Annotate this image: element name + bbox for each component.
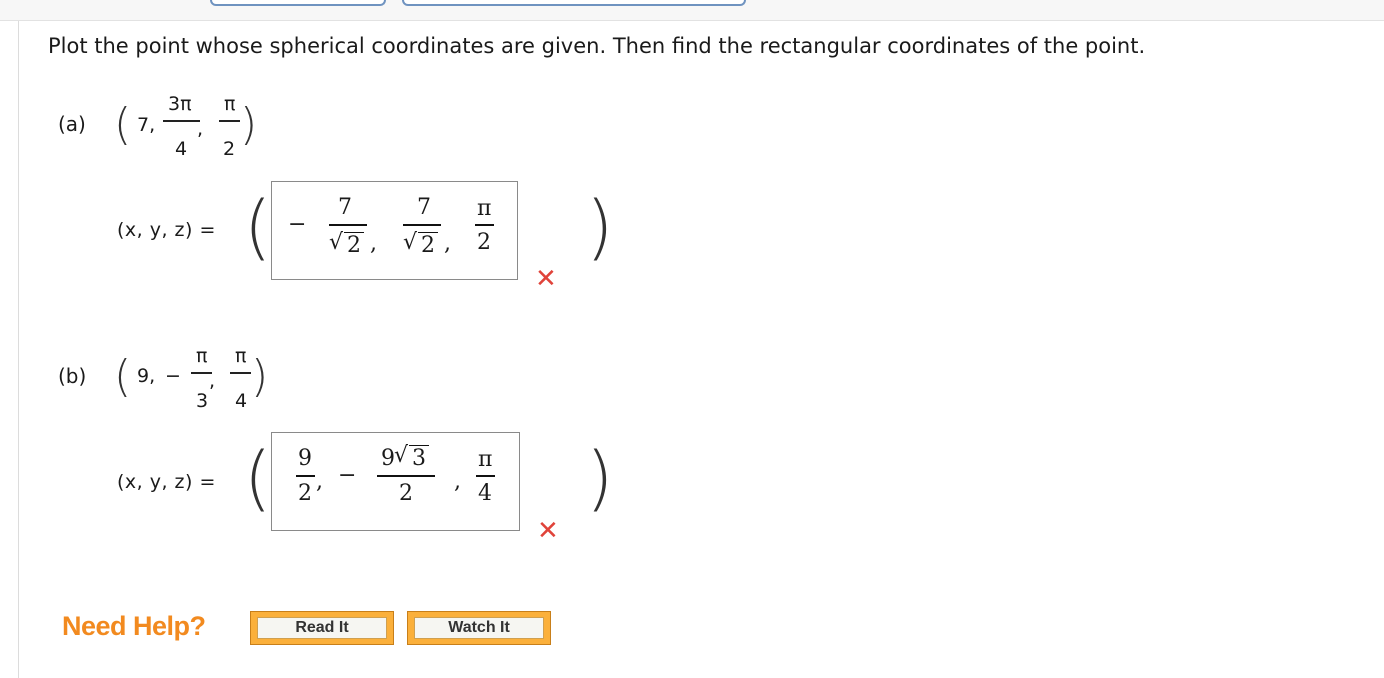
given-rho: 9,	[137, 365, 156, 387]
phi-denominator: 2	[223, 138, 236, 160]
answer-box-b[interactable]: 9 2 , − 9 √ 3 2 , π 4	[271, 432, 520, 531]
close-paren: )	[240, 99, 258, 150]
big-close-paren: )	[586, 437, 614, 519]
y-numerator: 9	[381, 446, 395, 471]
x-mark-icon: ✕	[535, 264, 557, 294]
y-denominator: 2	[421, 233, 435, 258]
z-denominator: 2	[477, 230, 491, 255]
minus-sign: −	[338, 463, 357, 488]
z-numerator: π	[478, 447, 493, 472]
z-numerator: π	[477, 196, 492, 221]
part-b-label: (b)	[58, 364, 87, 388]
fraction-bar	[219, 120, 240, 122]
content-border	[18, 21, 19, 678]
fraction-bar	[230, 372, 251, 374]
fraction-bar	[476, 475, 495, 477]
phi-numerator: π	[235, 345, 247, 367]
read-it-button[interactable]: Read It	[250, 611, 394, 645]
x-mark-icon: ✕	[537, 516, 559, 546]
sqrt-sign: √	[403, 230, 418, 255]
comma: ,	[209, 370, 216, 392]
read-it-label: Read It	[257, 617, 387, 639]
z-denominator: 4	[478, 481, 492, 506]
open-paren: (	[114, 99, 132, 150]
need-help-label: Need Help?	[62, 611, 206, 641]
sqrt-sign: √	[394, 443, 409, 468]
answer-box-a[interactable]: − 7 √ 2 , 7 √ 2 , π 2	[271, 181, 518, 280]
fraction-bar	[329, 224, 367, 226]
theta-numerator: π	[196, 345, 208, 367]
theta-numerator: 3π	[168, 93, 192, 115]
y-radicand: 3	[412, 446, 426, 471]
theta-denominator: 4	[175, 138, 188, 160]
fraction-bar	[403, 224, 441, 226]
phi-numerator: π	[224, 93, 236, 115]
part-a-label: (a)	[58, 112, 86, 136]
given-rho: 7,	[137, 114, 156, 136]
big-open-paren: (	[244, 186, 272, 268]
phi-denominator: 4	[235, 390, 248, 412]
comma: ,	[197, 118, 204, 140]
open-paren: (	[114, 351, 132, 402]
fraction-bar	[296, 475, 315, 477]
comma: ,	[444, 231, 451, 256]
comma: ,	[454, 469, 461, 494]
toolbar-tab[interactable]	[210, 0, 386, 6]
y-numerator: 7	[417, 195, 431, 220]
big-close-paren: )	[586, 186, 614, 268]
x-denominator: 2	[347, 233, 361, 258]
fraction-bar	[163, 120, 200, 122]
top-toolbar	[0, 0, 1384, 21]
close-paren: )	[251, 351, 269, 402]
watch-it-button[interactable]: Watch It	[407, 611, 551, 645]
comma: ,	[370, 231, 377, 256]
y-denominator: 2	[399, 481, 413, 506]
theta-denominator: 3	[196, 390, 209, 412]
question-text: Plot the point whose spherical coordinat…	[48, 34, 1146, 58]
fraction-bar	[475, 224, 494, 226]
xyz-label: (x, y, z) =	[117, 471, 216, 493]
big-open-paren: (	[244, 437, 272, 519]
x-denominator: 2	[298, 481, 312, 506]
minus-sign: −	[165, 365, 181, 387]
fraction-bar	[377, 475, 435, 477]
xyz-label: (x, y, z) =	[117, 219, 216, 241]
x-numerator: 9	[298, 446, 312, 471]
watch-it-label: Watch It	[414, 617, 544, 639]
comma: ,	[316, 469, 323, 494]
sqrt-sign: √	[329, 230, 344, 255]
toolbar-tab[interactable]	[402, 0, 746, 6]
x-numerator: 7	[338, 195, 352, 220]
minus-sign: −	[288, 212, 307, 237]
